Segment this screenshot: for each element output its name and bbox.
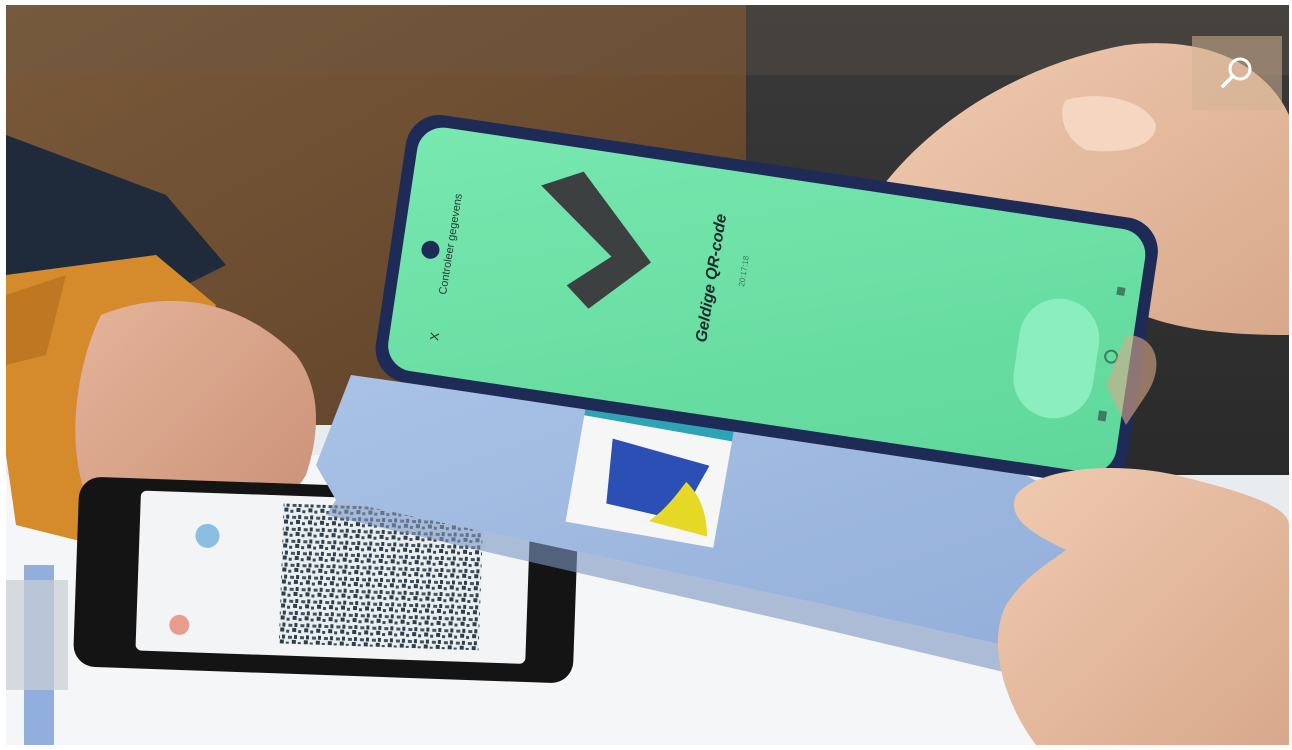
photo-scene: Controleer gegevens Geldige QR-code 20:1…	[6, 5, 1289, 745]
search-button[interactable]	[1192, 36, 1282, 110]
photo: Controleer gegevens Geldige QR-code 20:1…	[6, 5, 1289, 745]
search-icon	[1221, 57, 1252, 88]
